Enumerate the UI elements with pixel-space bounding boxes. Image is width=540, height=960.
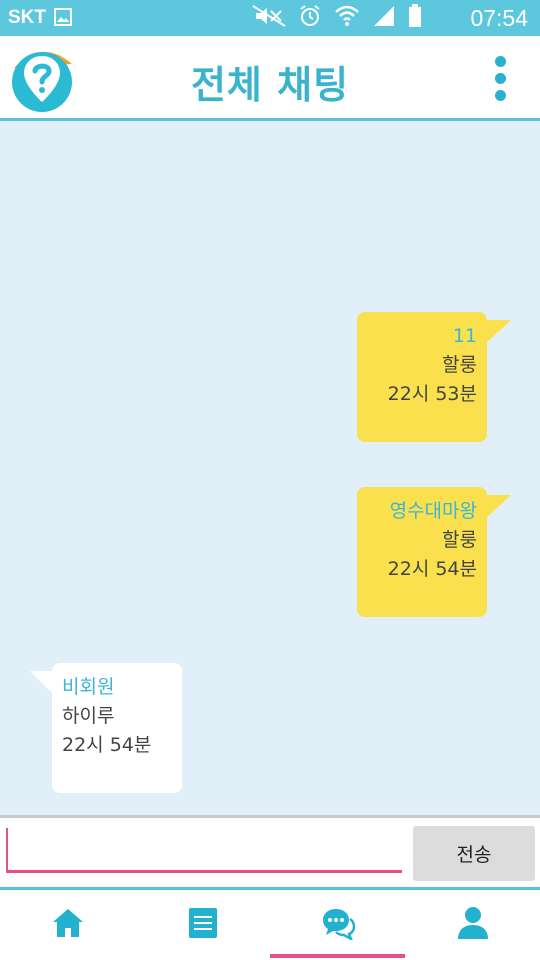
alarm-icon	[298, 4, 322, 33]
message-sender: 비회원	[62, 676, 115, 698]
message-text: 하이루	[62, 705, 115, 727]
battery-icon	[408, 3, 422, 33]
app-bar: 전체 채팅	[0, 36, 540, 121]
wifi-icon	[334, 4, 360, 33]
nav-list[interactable]	[135, 890, 270, 960]
home-icon	[52, 909, 83, 937]
message-text: 할룽	[442, 354, 477, 376]
message-input[interactable]	[6, 828, 402, 873]
nav-home[interactable]	[0, 890, 135, 960]
nav-chat[interactable]	[270, 890, 405, 960]
message-text: 할룽	[442, 529, 477, 551]
list-icon	[188, 908, 217, 938]
more-vert-icon[interactable]	[488, 52, 512, 106]
chat-message-mine[interactable]: 영수대마왕 할룽 22시 54분	[357, 487, 511, 617]
carrier-label: SKT	[8, 7, 46, 28]
status-bar: SKT 07:54	[0, 0, 540, 36]
signal-icon	[372, 4, 396, 33]
message-sender: 영수대마왕	[389, 500, 477, 522]
chat-message-list[interactable]: 11 할룽 22시 53분 영수대마왕 할룽 22시 54분 비회원 하이루 2…	[0, 121, 540, 815]
status-icons	[252, 3, 422, 33]
chat-icon	[322, 909, 355, 940]
page-title: 전체 채팅	[190, 63, 350, 107]
message-sender: 11	[452, 325, 477, 347]
send-button[interactable]: 전송	[413, 826, 535, 881]
clock: 07:54	[470, 5, 528, 31]
chat-message-other[interactable]: 비회원 하이루 22시 54분	[30, 663, 182, 793]
nav-profile[interactable]	[405, 890, 540, 960]
bottom-nav	[0, 890, 540, 960]
person-icon	[457, 907, 488, 939]
message-time: 22시 53분	[387, 383, 477, 405]
message-time: 22시 54분	[62, 734, 152, 756]
chat-message-mine[interactable]: 11 할룽 22시 53분	[357, 312, 511, 442]
mute-icon	[252, 4, 286, 33]
message-time: 22시 54분	[387, 558, 477, 580]
message-composer: 전송	[0, 815, 540, 890]
image-icon	[54, 8, 72, 26]
